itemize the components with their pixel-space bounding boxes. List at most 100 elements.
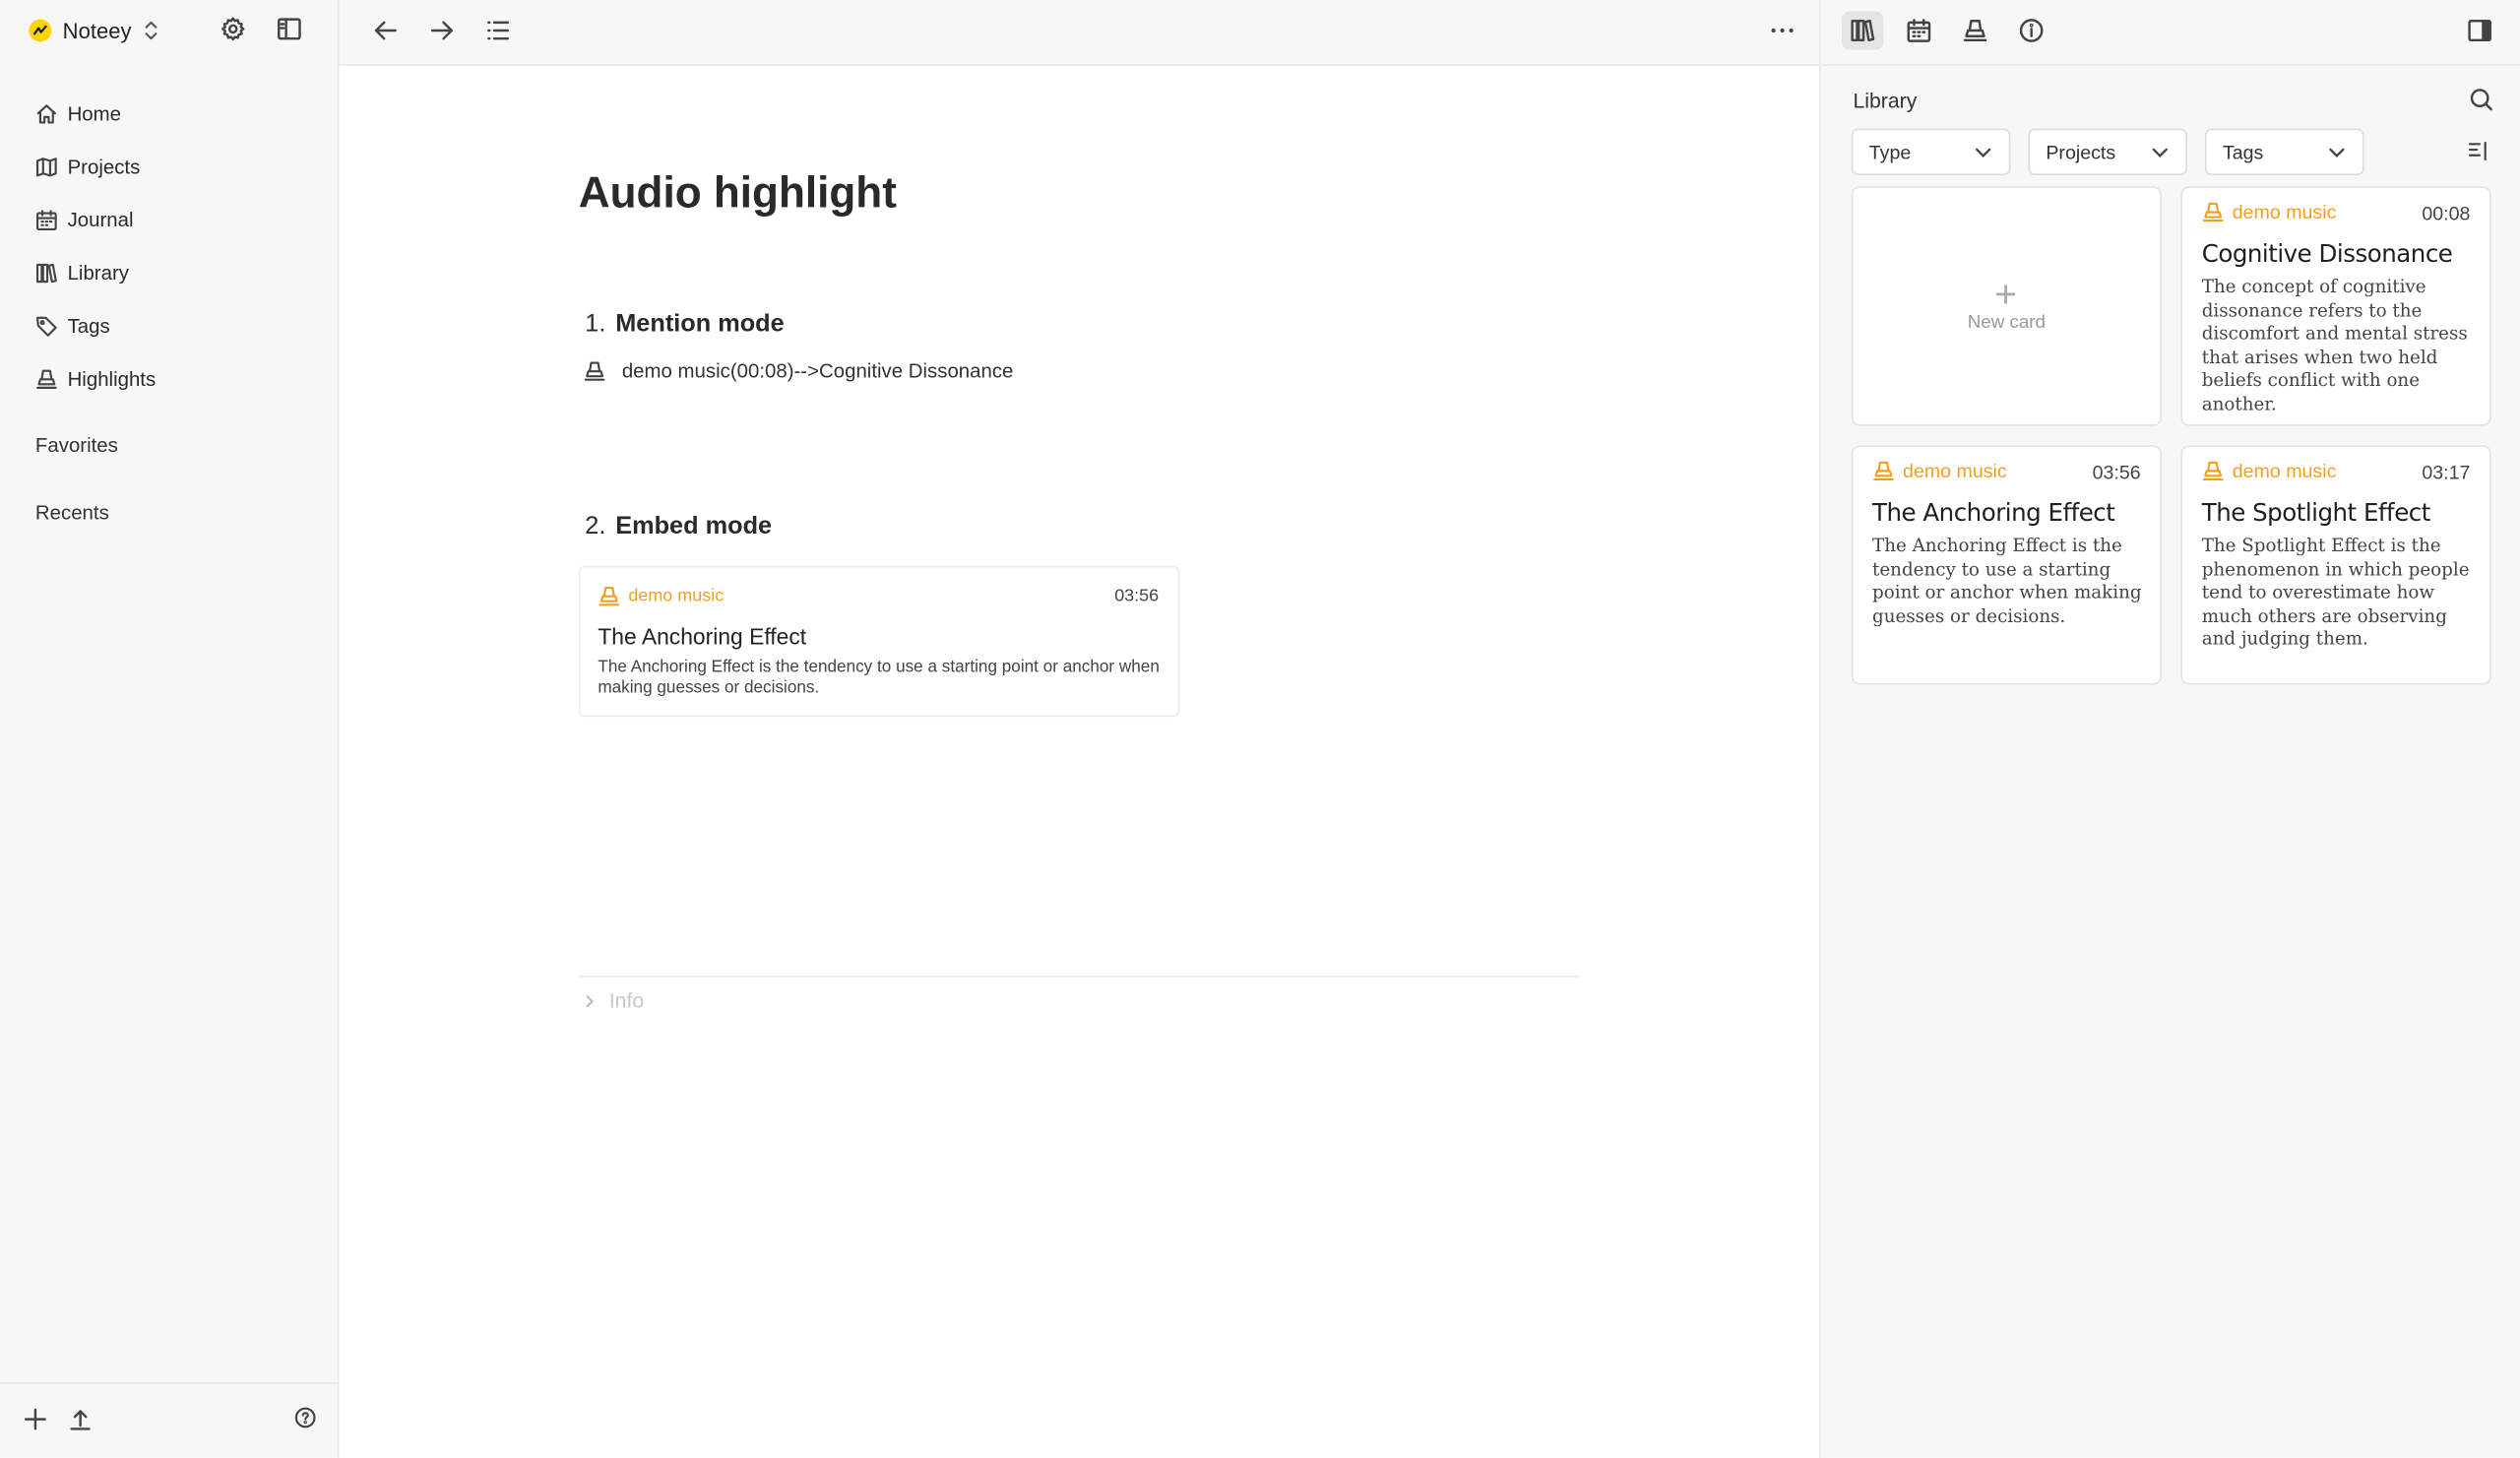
chevron-down-icon — [2152, 147, 2168, 158]
card-source-label: demo music — [2232, 201, 2337, 223]
card-source[interactable]: demo music — [2202, 201, 2337, 223]
highlight-card[interactable]: demo music 03:56 The Anchoring Effect Th… — [1851, 445, 2162, 685]
info-icon — [2019, 19, 2044, 42]
arrow-left-icon — [374, 21, 397, 40]
tags-filter[interactable]: Tags — [2204, 128, 2364, 175]
highlighter-icon — [35, 368, 57, 389]
highlighter-icon — [2202, 461, 2224, 481]
card-source[interactable]: demo music — [2202, 459, 2337, 482]
highlighter-icon — [1873, 461, 1894, 481]
sidebar-item-library[interactable]: Library — [23, 246, 318, 299]
more-options-button[interactable] — [1770, 18, 1796, 43]
search-icon — [2470, 89, 2492, 111]
noteey-logo-icon — [29, 19, 52, 42]
sidebar-item-label: Tags — [67, 314, 110, 338]
audio-mention-link[interactable]: demo music(00:08)-->Cognitive Dissonance — [584, 359, 1014, 383]
help-button[interactable] — [294, 1407, 317, 1429]
panel-tabs — [1820, 0, 2520, 66]
sidebar-item-journal[interactable]: Journal — [23, 193, 318, 246]
section-number: 2. — [585, 512, 606, 540]
type-filter[interactable]: Type — [1851, 128, 2011, 175]
chevron-down-icon — [1976, 147, 1991, 158]
section-number: 1. — [585, 310, 606, 338]
favorites-section[interactable]: Favorites — [35, 434, 118, 457]
more-icon — [1771, 28, 1794, 33]
card-description: The concept of cognitive dissonance refe… — [2201, 276, 2468, 415]
card-timestamp: 03:56 — [2092, 461, 2141, 484]
chevron-right-icon — [586, 994, 595, 1007]
new-note-button[interactable] — [23, 1407, 48, 1432]
projects-filter[interactable]: Projects — [2028, 128, 2188, 175]
card-title: The Anchoring Effect — [598, 623, 807, 650]
gear-icon — [221, 17, 245, 41]
home-icon — [36, 103, 56, 123]
outline-button[interactable] — [485, 18, 511, 43]
info-toggle[interactable]: Info — [584, 988, 645, 1013]
recents-section[interactable]: Recents — [35, 501, 109, 524]
sidebar-nav: Home Projects Journal Library Tags Highl… — [23, 87, 318, 405]
tab-highlights[interactable] — [1954, 11, 1995, 49]
highlighter-icon — [2202, 202, 2224, 222]
tab-info[interactable] — [2010, 11, 2051, 49]
sidebar-item-home[interactable]: Home — [23, 87, 318, 140]
section-heading[interactable]: 2. Embed mode — [585, 513, 772, 541]
card-timestamp: 00:08 — [2422, 202, 2471, 225]
back-button[interactable] — [373, 18, 399, 43]
sidebar-item-label: Projects — [67, 155, 141, 178]
divider — [578, 976, 1580, 978]
help-icon — [294, 1407, 316, 1428]
main-content: Audio highlight 1. Mention mode demo musi… — [339, 0, 1820, 1458]
panel-title: Library — [1853, 88, 1918, 113]
document-toolbar — [339, 0, 1820, 66]
card-description: The Anchoring Effect is the tendency to … — [1872, 535, 2142, 627]
plus-icon: + — [1994, 273, 2018, 317]
forward-button[interactable] — [429, 18, 455, 43]
sort-button[interactable] — [2467, 140, 2489, 162]
sidebar-footer — [0, 1382, 340, 1458]
sidebar-item-tags[interactable]: Tags — [23, 299, 318, 352]
sidebar-item-highlights[interactable]: Highlights — [23, 352, 318, 406]
card-timestamp: 03:56 — [1114, 586, 1160, 606]
card-title: Cognitive Dissonance — [2201, 239, 2453, 269]
card-source-label: demo music — [2232, 459, 2337, 482]
chevron-down-icon — [2329, 147, 2345, 158]
highlight-card[interactable]: demo music 03:17 The Spotlight Effect Th… — [2180, 445, 2491, 685]
import-button[interactable] — [68, 1407, 94, 1432]
card-description: The Anchoring Effect is the tendency to … — [598, 657, 1160, 698]
info-label: Info — [608, 988, 645, 1013]
plus-icon — [24, 1408, 46, 1430]
card-source[interactable]: demo music — [598, 585, 724, 607]
card-title: The Spotlight Effect — [2201, 498, 2431, 528]
tab-library[interactable] — [1842, 11, 1884, 50]
page-title[interactable]: Audio highlight — [579, 168, 897, 219]
sidebar-item-label: Journal — [67, 208, 134, 231]
highlight-card[interactable]: demo music 00:08 Cognitive Dissonance Th… — [2180, 186, 2491, 426]
toggle-right-panel-button[interactable] — [2459, 11, 2500, 49]
new-card-label: New card — [1967, 313, 2047, 333]
audio-embed-card[interactable]: demo music 03:56 The Anchoring Effect Th… — [578, 565, 1180, 718]
library-icon — [35, 263, 57, 283]
calendar-icon — [1907, 19, 1931, 42]
mention-text: demo music(00:08)-->Cognitive Dissonance — [621, 359, 1014, 383]
workspace-name: Noteey — [62, 18, 132, 43]
workspace-switcher[interactable]: Noteey — [29, 15, 158, 47]
section-title: Embed mode — [615, 512, 773, 540]
toggle-sidebar-button[interactable] — [277, 16, 302, 41]
sidebar-item-label: Library — [67, 261, 129, 285]
new-card-button[interactable]: + New card — [1851, 186, 2162, 426]
filter-label: Tags — [2222, 140, 2264, 163]
card-source[interactable]: demo music — [1872, 460, 2007, 482]
map-icon — [35, 157, 57, 176]
highlighter-icon — [584, 361, 605, 381]
tag-icon — [35, 315, 57, 336]
tab-journal[interactable] — [1898, 11, 1939, 49]
filter-label: Projects — [2046, 140, 2116, 163]
arrow-right-icon — [430, 21, 453, 40]
card-source-label: demo music — [1903, 459, 2007, 482]
search-button[interactable] — [2469, 87, 2494, 112]
settings-button[interactable] — [220, 16, 246, 41]
sidebar: Noteey Home Projects Journal Library Tag… — [0, 0, 340, 1458]
card-source-label: demo music — [628, 586, 724, 606]
section-heading[interactable]: 1. Mention mode — [585, 310, 784, 339]
sidebar-item-projects[interactable]: Projects — [23, 140, 318, 193]
